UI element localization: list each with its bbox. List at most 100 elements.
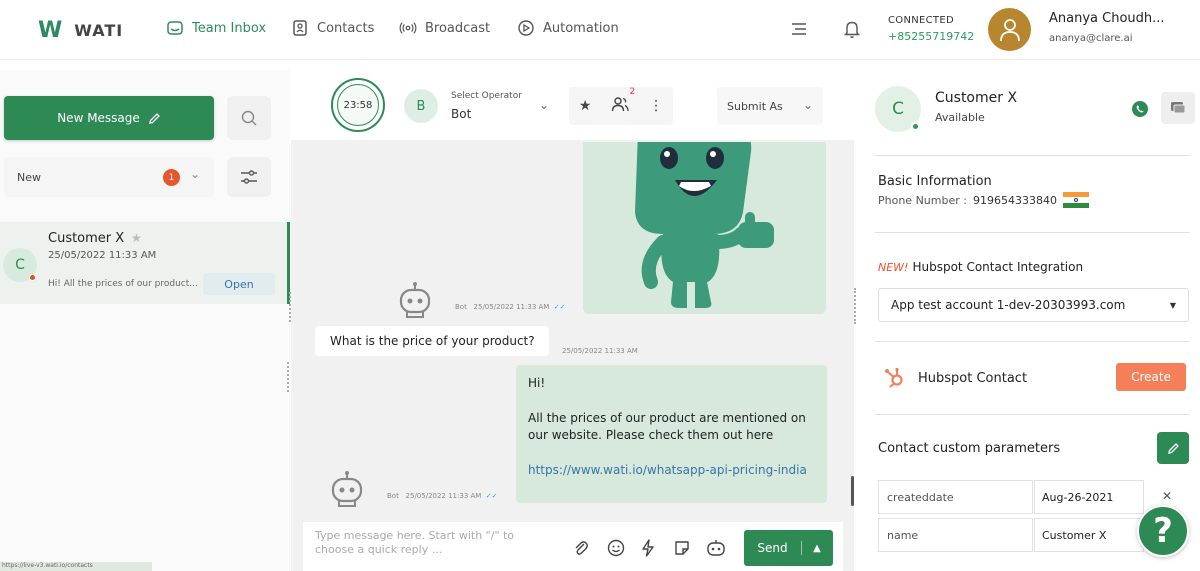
participants-icon[interactable]: 2	[611, 87, 635, 116]
pricing-link[interactable]: https://www.wati.io/whatsapp-api-pricing…	[528, 463, 807, 477]
filter-label: New	[17, 170, 41, 184]
conversation-panel: 23:58 B Select Operator Bot ⌄ ★ 2 ⋮ Subm…	[289, 70, 856, 571]
user-avatar[interactable]	[988, 8, 1031, 51]
unread-dot	[29, 274, 36, 281]
lightning-icon[interactable]	[641, 539, 655, 561]
message-time: 25/05/2022 11:33 AM	[562, 347, 638, 355]
chat-status-badge: Open	[203, 273, 275, 295]
contact-avatar: C	[875, 86, 921, 132]
menu-icon[interactable]	[790, 21, 808, 41]
nav-automation[interactable]: Automation	[517, 19, 619, 37]
connection-label: CONNECTED	[888, 15, 954, 26]
chat-list-item[interactable]: C Customer X ★ 25/05/2022 11:33 AM Hi! A…	[0, 222, 290, 304]
wati-logo[interactable]: W WATI	[38, 18, 123, 43]
nav-contacts[interactable]: Contacts	[291, 19, 374, 37]
whatsapp-icon[interactable]	[1127, 96, 1153, 122]
message-text: What is the price of your product?	[330, 334, 535, 348]
close-icon[interactable]: ✕	[1162, 489, 1172, 503]
paperclip-icon[interactable]	[573, 539, 589, 561]
emoji-icon[interactable]	[607, 539, 625, 561]
bell-icon[interactable]	[843, 19, 861, 43]
param-row: createddate Aug-26-2021 ✕	[878, 480, 1189, 514]
sticker-icon[interactable]	[673, 539, 691, 561]
custom-params-title: Contact custom parameters	[878, 441, 1061, 456]
hubspot-contact-label: Hubspot Contact	[918, 370, 1028, 386]
bot-icon[interactable]	[706, 539, 726, 561]
hubspot-account-value: App test account 1-dev-20303993.com	[891, 298, 1126, 312]
nav-team-inbox[interactable]: Team Inbox	[166, 19, 266, 37]
param-value[interactable]: Customer X	[1034, 518, 1144, 552]
conversation-tools: ★ 2 ⋮	[569, 87, 673, 125]
chat-avatar: C	[3, 248, 37, 282]
bot-avatar-icon	[328, 470, 366, 508]
user-icon	[999, 18, 1020, 41]
panel-resize-handle[interactable]	[289, 292, 293, 322]
session-timer: 23:58	[331, 78, 385, 132]
broadcast-icon	[399, 19, 417, 37]
chat-status-filter[interactable]: New 1 ⌄	[4, 157, 214, 197]
star-icon[interactable]: ★	[579, 98, 592, 114]
user-name[interactable]: Ananya Choudh...	[1049, 11, 1165, 26]
chat-list-panel: New Message New 1 ⌄ C Customer X ★ 25/05…	[0, 70, 290, 571]
nav-label: Team Inbox	[192, 20, 267, 36]
chat-name: Customer X	[48, 231, 125, 246]
pencil-icon	[1167, 442, 1179, 454]
send-button[interactable]: Send ▲	[744, 530, 833, 566]
brand-name: WATI	[74, 21, 124, 40]
hubspot-account-select[interactable]: App test account 1-dev-20303993.com ▼	[878, 288, 1189, 322]
message-meta: Bot 25/05/2022 11:33 AM ✓✓	[455, 303, 566, 311]
send-label: Send	[744, 541, 802, 555]
pencil-icon	[148, 112, 160, 124]
chevron-up-icon[interactable]: ▲	[802, 543, 832, 554]
basic-info-title: Basic Information	[878, 174, 992, 189]
star-icon[interactable]: ★	[131, 231, 142, 245]
filter-settings-button[interactable]	[227, 157, 271, 197]
search-icon	[241, 110, 257, 126]
help-button[interactable]: ?	[1137, 505, 1189, 557]
connection-status: CONNECTED +85255719742	[888, 13, 974, 45]
contact-details-panel: C Customer X Available Basic Information…	[859, 70, 1200, 571]
caret-down-icon: ▼	[1169, 301, 1176, 310]
panel-resize-handle[interactable]	[854, 288, 858, 324]
chevron-down-icon[interactable]: ⌄	[539, 98, 549, 112]
param-value[interactable]: Aug-26-2021	[1034, 480, 1144, 514]
message-sender: Bot	[455, 303, 467, 311]
online-status-dot	[911, 122, 920, 131]
chevron-down-icon: ⌄	[190, 167, 201, 181]
message-meta: Bot 25/05/2022 11:33 AM ✓✓	[387, 492, 498, 500]
timer-value: 23:58	[337, 84, 379, 126]
more-options-icon[interactable]: ⋮	[649, 98, 663, 114]
divider	[875, 232, 1190, 233]
param-key: createddate	[878, 480, 1033, 514]
phone-value: 919654333840	[972, 193, 1057, 207]
top-navigation: W WATI Team Inbox Contacts Broadcast Aut…	[0, 0, 1200, 60]
nav-label: Automation	[543, 20, 619, 36]
chat-bubble-icon	[1171, 102, 1186, 114]
new-message-button[interactable]: New Message	[4, 96, 214, 140]
incoming-message: What is the price of your product?	[315, 326, 549, 356]
unread-count-badge: 1	[163, 169, 180, 186]
message-greeting: Hi!	[528, 376, 546, 390]
divider	[875, 341, 1190, 342]
create-hubspot-contact-button[interactable]: Create	[1116, 363, 1186, 391]
search-button[interactable]	[227, 96, 271, 140]
avatar-initial: C	[15, 257, 25, 273]
phone-label: Phone Number :	[878, 193, 967, 207]
edit-params-button[interactable]	[1157, 432, 1189, 464]
scrollbar-thumb[interactable]	[851, 476, 854, 506]
image-message[interactable]	[583, 142, 826, 314]
read-receipt-icon: ✓✓	[485, 492, 498, 500]
hubspot-icon	[885, 367, 903, 388]
submit-as-select[interactable]: Submit As ⌄	[717, 87, 823, 125]
hubspot-title-text: Hubspot Contact Integration	[912, 260, 1084, 274]
chat-bubble-button[interactable]	[1161, 92, 1195, 124]
operator-avatar: B	[404, 89, 438, 123]
chat-preview: Hi! All the prices of our product...	[48, 279, 198, 289]
contact-status: Available	[935, 111, 985, 124]
message-input[interactable]: Type message here. Start with "/" to cho…	[315, 529, 545, 557]
submit-as-label: Submit As	[727, 99, 783, 113]
user-email: ananya@clare.ai	[1049, 33, 1133, 44]
wati-logo-icon: W	[38, 18, 62, 43]
nav-broadcast[interactable]: Broadcast	[399, 19, 490, 37]
operator-select[interactable]: Bot	[451, 107, 471, 121]
